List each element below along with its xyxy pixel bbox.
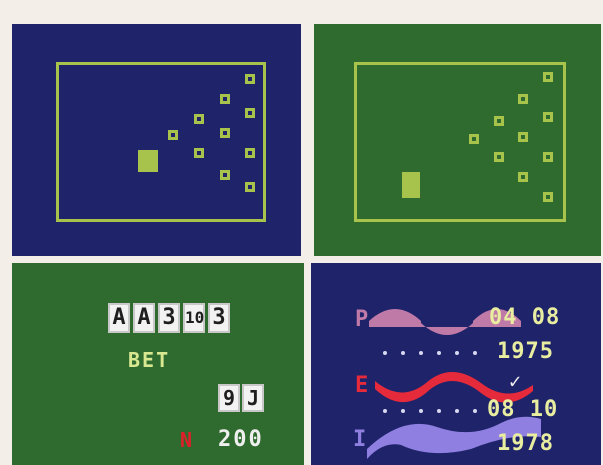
target-month: 10 [529,397,559,422]
bowling-pin [543,112,553,122]
bowling-lane-border [56,62,266,222]
target-year: 1978 [497,431,554,456]
bowling-pin [494,116,504,126]
biorhythm-panel: P E I 04 08 1975 ✓ 08 10 1978 [311,263,601,465]
bet-card: 9 [218,384,240,412]
intellectual-label: I [353,427,367,452]
game-screen-collage: A A 3 10 3 BET 9 J N 200 P E I 04 08 197… [0,0,603,465]
target-day: 08 [487,397,516,422]
bowling-pin [245,108,255,118]
check-icon: ✓ [509,369,522,393]
bowling-ball [402,172,420,198]
target-date: 08 10 [487,397,558,422]
bowling-pin [194,148,204,158]
bowling-pin [543,72,553,82]
birth-month: 08 [531,305,561,330]
bowling-pin [245,74,255,84]
birth-day: 04 [489,305,518,330]
bet-cards: 9 J [218,384,264,412]
bowling-panel-right [314,24,601,256]
bet-label: BET [128,348,171,372]
playing-card: A [108,303,130,333]
money-symbol: N [180,428,193,452]
money-amount: 200 [218,427,264,452]
bowling-panel-left [12,24,301,256]
birth-date: 04 08 [489,305,560,330]
bowling-pin [220,94,230,104]
birth-year: 1975 [497,339,554,364]
bowling-pin [518,132,528,142]
casino-panel: A A 3 10 3 BET 9 J N 200 [12,263,304,465]
bowling-pin [220,128,230,138]
bowling-pin [168,130,178,140]
bowling-pin [194,114,204,124]
bowling-pin [245,182,255,192]
playing-card: 3 [158,303,180,333]
bowling-pin [220,170,230,180]
bowling-pin [543,192,553,202]
playing-card: 3 [208,303,230,333]
bowling-pin [245,148,255,158]
bowling-ball [138,150,158,172]
bowling-pin [518,172,528,182]
bowling-pin [518,94,528,104]
card-row: A A 3 10 3 [108,303,230,333]
playing-card: A [133,303,155,333]
bet-card: J [242,384,264,412]
emotional-label: E [355,373,369,398]
bowling-pin [469,134,479,144]
playing-card: 10 [183,303,205,333]
bowling-pin [543,152,553,162]
bowling-pin [494,152,504,162]
bowling-lane-border [354,62,566,222]
physical-label: P [355,307,369,332]
